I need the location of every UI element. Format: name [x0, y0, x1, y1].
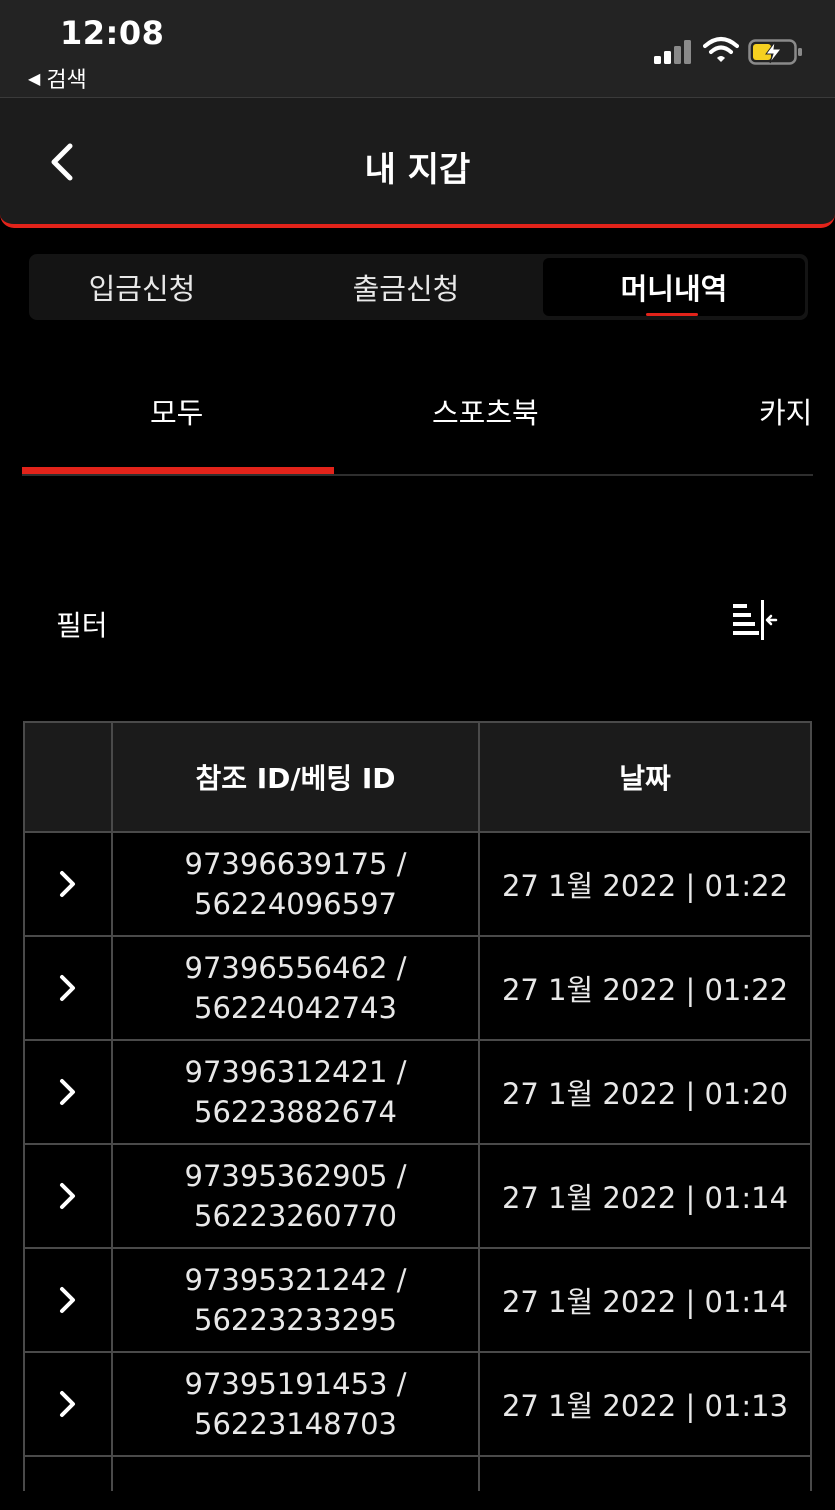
date-value: 27 1월 2022 | 01:14 — [501, 1181, 789, 1215]
reference-id-cell: 97395362905 / 56223260770 — [113, 1145, 480, 1247]
reference-id: 97396556462 / — [184, 951, 407, 985]
column-header-expand — [25, 723, 113, 831]
date-cell: 27 1월 2022 | 01:14 — [480, 1145, 810, 1247]
bet-id: 56223260770 — [194, 1199, 397, 1233]
expand-cell[interactable] — [25, 833, 113, 935]
column-header-reference-id: 참조 ID/베팅 ID — [113, 723, 480, 831]
table-row[interactable]: 97394860372 / — [25, 1457, 810, 1491]
date-cell: 27 1월 2022 | 01:22 — [480, 937, 810, 1039]
expand-cell[interactable] — [25, 1353, 113, 1455]
date-value: 27 1월 2022 | 01:13 — [501, 1389, 789, 1423]
reference-id-cell: 97395321242 / 56223233295 — [113, 1249, 480, 1351]
segment-deposit-request[interactable]: 입금신청 — [29, 254, 255, 320]
table-row[interactable]: 97395362905 / 56223260770 27 1월 2022 | 0… — [25, 1145, 810, 1249]
battery-charging-icon — [748, 39, 802, 65]
bet-id: 56224042743 — [194, 991, 397, 1025]
tab-active-indicator — [22, 467, 334, 474]
bet-id: 56223148703 — [194, 1407, 397, 1441]
table-row[interactable]: 97396312421 / 56223882674 27 1월 2022 | 0… — [25, 1041, 810, 1145]
reference-id-cell: 97396639175 / 56224096597 — [113, 833, 480, 935]
table-row[interactable]: 97396639175 / 56224096597 27 1월 2022 | 0… — [25, 833, 810, 937]
wallet-segment-control: 입금신청 출금신청 머니내역 — [29, 254, 808, 320]
reference-id-cell: 97394860372 / — [113, 1457, 480, 1491]
chevron-right-icon[interactable] — [57, 973, 79, 1003]
status-time: 12:08 — [60, 14, 165, 52]
back-app-label: 검색 — [46, 68, 87, 93]
reference-id-cell: 97396312421 / 56223882674 — [113, 1041, 480, 1143]
expand-cell[interactable] — [25, 1457, 113, 1491]
column-header-date: 날짜 — [619, 762, 671, 795]
segment-selected-underline — [646, 313, 698, 316]
signal-icon — [654, 40, 691, 64]
expand-cell[interactable] — [25, 937, 113, 1039]
reference-id: 97395362905 / — [184, 1159, 407, 1193]
history-tabs: 모두 스포츠북 카지 — [22, 360, 813, 476]
table-row[interactable]: 97395321242 / 56223233295 27 1월 2022 | 0… — [25, 1249, 810, 1353]
top-app-bar: 내 지갑 — [0, 98, 835, 228]
back-to-app-link[interactable]: ◀ 검색 — [28, 62, 87, 94]
wifi-icon — [703, 37, 739, 62]
filter-sort-icon[interactable] — [730, 598, 778, 642]
date-cell: 27 1월 2022 | 01:22 — [480, 833, 810, 935]
status-bar: 12:08 ◀ 검색 — [0, 0, 835, 98]
bet-id: 56224096597 — [194, 887, 397, 921]
table-body: 97396639175 / 56224096597 27 1월 2022 | 0… — [25, 833, 810, 1491]
chevron-right-icon[interactable] — [57, 1285, 79, 1315]
reference-id: 97395191453 / — [184, 1367, 407, 1401]
reference-id: 97396639175 / — [184, 847, 407, 881]
tab-casino[interactable]: 카지 — [759, 390, 812, 432]
reference-id-cell: 97396556462 / 56224042743 — [113, 937, 480, 1039]
date-cell: 27 1월 2022 | 01:14 — [480, 1249, 810, 1351]
table-row[interactable]: 97396556462 / 56224042743 27 1월 2022 | 0… — [25, 937, 810, 1041]
back-triangle-icon: ◀ — [28, 68, 41, 88]
expand-cell[interactable] — [25, 1145, 113, 1247]
transaction-table: 참조 ID/베팅 ID 날짜 97396639175 / 56224096597… — [23, 721, 812, 1491]
reference-id: 97396312421 / — [184, 1055, 407, 1089]
chevron-right-icon[interactable] — [57, 1077, 79, 1107]
chevron-right-icon[interactable] — [57, 1389, 79, 1419]
bet-id: 56223882674 — [194, 1095, 397, 1129]
reference-id-cell: 97395191453 / 56223148703 — [113, 1353, 480, 1455]
page-title: 내 지갑 — [364, 150, 471, 190]
chevron-right-icon[interactable] — [57, 869, 79, 899]
date-value: 27 1월 2022 | 01:20 — [501, 1077, 789, 1111]
reference-id: 97395321242 / — [184, 1263, 407, 1297]
date-value: 27 1월 2022 | 01:22 — [501, 869, 789, 903]
expand-cell[interactable] — [25, 1041, 113, 1143]
tab-sportsbook[interactable]: 스포츠북 — [432, 390, 539, 432]
table-row[interactable]: 97395191453 / 56223148703 27 1월 2022 | 0… — [25, 1353, 810, 1457]
date-cell: 27 1월 2022 | 01:20 — [480, 1041, 810, 1143]
filter-label: 필터 — [56, 609, 108, 642]
date-value: 27 1월 2022 | 01:22 — [501, 973, 789, 1007]
expand-cell[interactable] — [25, 1249, 113, 1351]
segment-money-history[interactable]: 머니내역 — [543, 258, 805, 316]
tab-all[interactable]: 모두 — [150, 390, 203, 432]
date-cell — [480, 1457, 810, 1491]
date-value: 27 1월 2022 | 01:14 — [501, 1285, 789, 1319]
segment-withdraw-request[interactable]: 출금신청 — [279, 254, 533, 320]
reference-id: 97394860372 / — [185, 1488, 407, 1491]
chevron-right-icon[interactable] — [57, 1181, 79, 1211]
bet-id: 56223233295 — [194, 1303, 397, 1337]
table-header: 참조 ID/베팅 ID 날짜 — [25, 723, 810, 833]
date-cell: 27 1월 2022 | 01:13 — [480, 1353, 810, 1455]
